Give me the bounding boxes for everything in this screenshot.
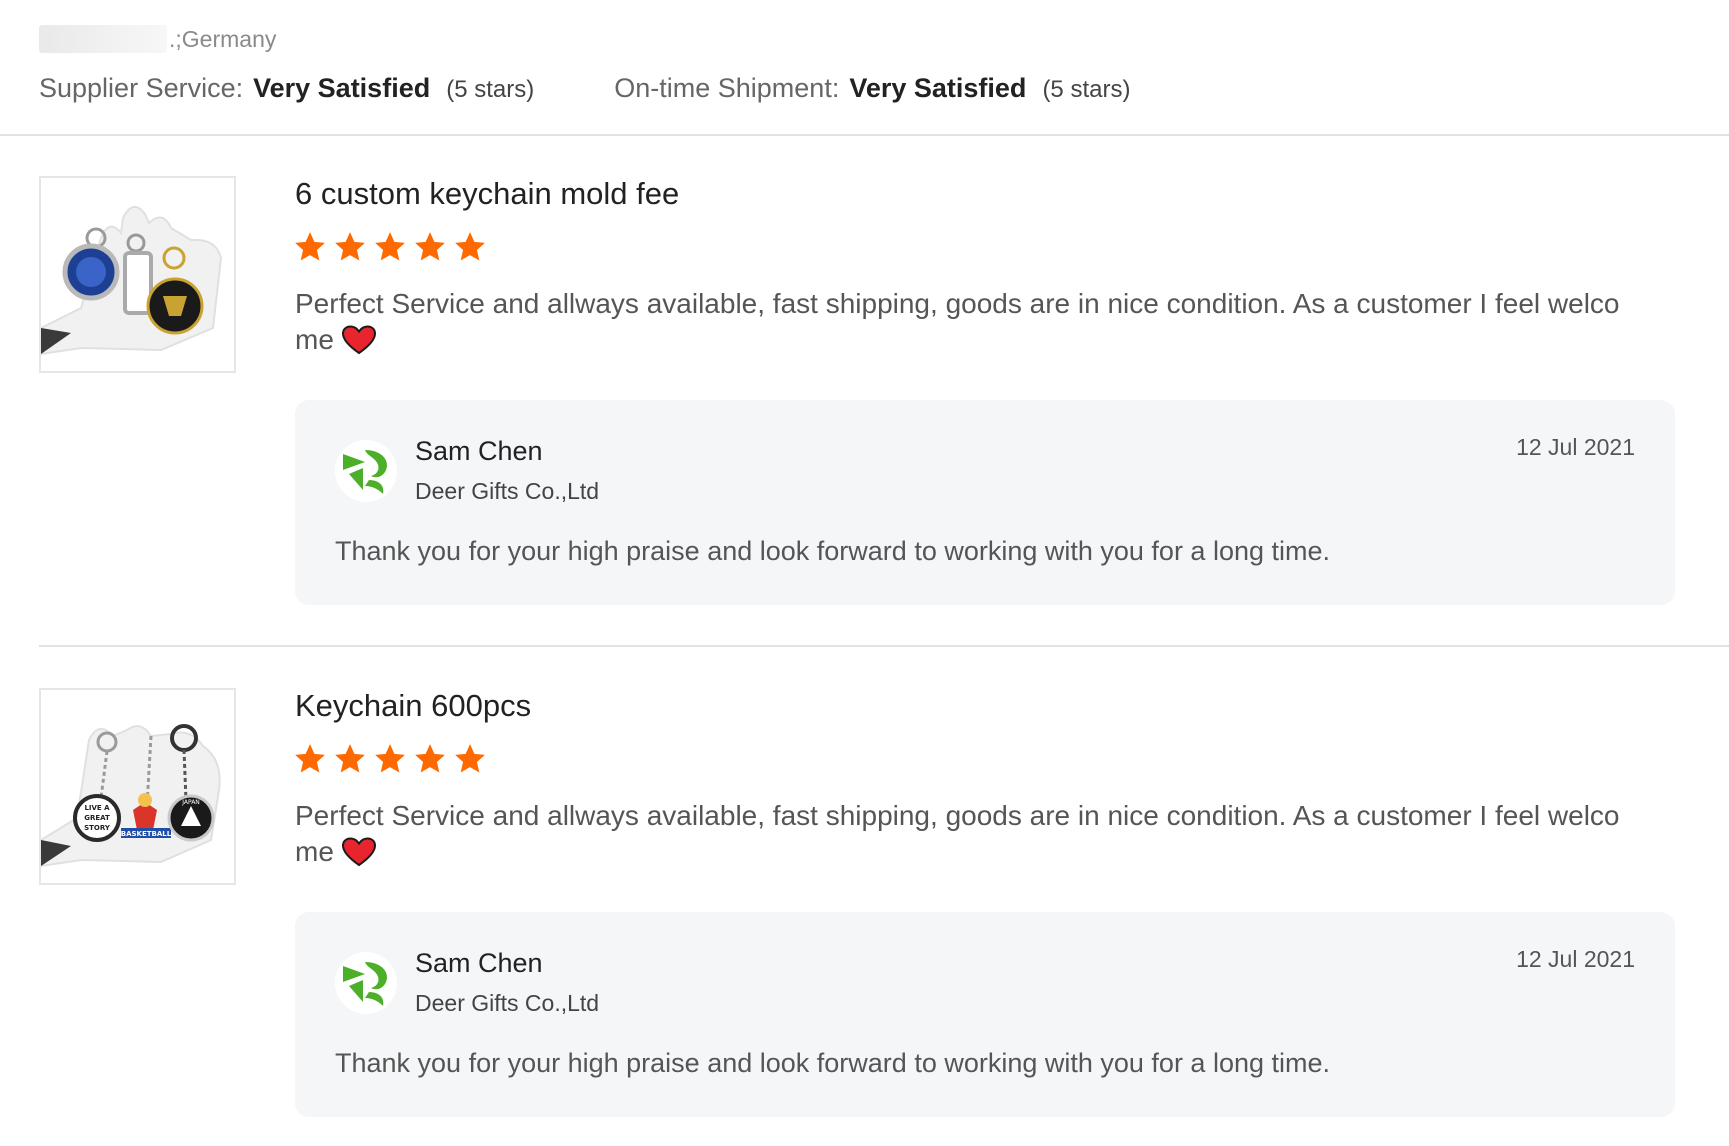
supplier-reply: Sam Chen Deer Gifts Co.,Ltd 12 Jul 2021 … bbox=[295, 912, 1675, 1117]
star-icon bbox=[295, 744, 325, 773]
deer-gifts-logo-icon bbox=[343, 962, 387, 1006]
review-comment-text: Perfect Service and allways available, f… bbox=[295, 800, 1620, 867]
reviewer-country: .;Germany bbox=[169, 25, 277, 52]
star-icon bbox=[415, 232, 445, 261]
shipment-value: Very Satisfied bbox=[849, 72, 1027, 103]
supplier-contact-name: Sam Chen bbox=[415, 948, 543, 978]
shipment-rating: On-time Shipment: Very Satisfied (5 star… bbox=[614, 73, 1130, 104]
supplier-reply: Sam Chen Deer Gifts Co.,Ltd 12 Jul 2021 … bbox=[295, 400, 1675, 605]
star-icon bbox=[335, 744, 365, 773]
star-icon bbox=[335, 232, 365, 261]
badge-text-line-1: LIVE A bbox=[84, 804, 110, 812]
reply-text: Thank you for your high praise and look … bbox=[335, 1048, 1331, 1078]
keychain-product-photo-icon: LIVE A GREAT STORY BASKETBALL JAPAN bbox=[41, 690, 234, 883]
star-icon bbox=[375, 232, 405, 261]
deer-gifts-logo-icon bbox=[343, 450, 387, 494]
product-title[interactable]: 6 custom keychain mold fee bbox=[295, 176, 679, 212]
supplier-service-label: Supplier Service: bbox=[39, 72, 244, 103]
product-thumbnail[interactable]: LIVE A GREAT STORY BASKETBALL JAPAN bbox=[39, 688, 236, 885]
reply-date: 12 Jul 2021 bbox=[1516, 946, 1635, 972]
star-rating bbox=[293, 742, 487, 776]
supplier-contact-name: Sam Chen bbox=[415, 436, 543, 466]
supplier-service-value: Very Satisfied bbox=[253, 72, 431, 103]
shipment-stars: (5 stars) bbox=[1042, 75, 1131, 103]
badge-text-line-2: GREAT bbox=[84, 814, 110, 822]
review-comment: Perfect Service and allways available, f… bbox=[295, 798, 1630, 870]
review-comment-text: Perfect Service and allways available, f… bbox=[295, 288, 1620, 355]
star-icon bbox=[375, 744, 405, 773]
star-rating bbox=[293, 230, 487, 264]
supplier-service-rating: Supplier Service: Very Satisfied (5 star… bbox=[39, 73, 534, 104]
reply-text: Thank you for your high praise and look … bbox=[335, 536, 1331, 566]
review-divider bbox=[39, 645, 1729, 647]
shipment-label: On-time Shipment: bbox=[614, 72, 840, 103]
badge-basketball-text: BASKETBALL bbox=[121, 830, 172, 838]
supplier-avatar bbox=[335, 440, 397, 502]
star-icon bbox=[415, 744, 445, 773]
product-title[interactable]: Keychain 600pcs bbox=[295, 688, 531, 724]
heart-icon bbox=[341, 837, 376, 867]
badge-japan-text: JAPAN bbox=[181, 799, 200, 806]
header-divider bbox=[0, 134, 1729, 136]
review-comment: Perfect Service and allways available, f… bbox=[295, 286, 1630, 358]
supplier-company-name: Deer Gifts Co.,Ltd bbox=[415, 478, 600, 504]
star-icon bbox=[455, 744, 485, 773]
supplier-company-name: Deer Gifts Co.,Ltd bbox=[415, 990, 600, 1016]
keychain-product-photo-icon bbox=[41, 178, 234, 371]
star-icon bbox=[455, 232, 485, 261]
badge-text-line-3: STORY bbox=[84, 824, 111, 832]
heart-icon bbox=[341, 325, 376, 355]
overall-ratings: Supplier Service: Very Satisfied (5 star… bbox=[39, 68, 1130, 108]
supplier-service-stars: (5 stars) bbox=[446, 75, 535, 103]
reviewer-location: .;Germany bbox=[39, 22, 276, 56]
star-icon bbox=[295, 232, 325, 261]
reply-date: 12 Jul 2021 bbox=[1516, 434, 1635, 460]
product-thumbnail[interactable] bbox=[39, 176, 236, 373]
supplier-avatar bbox=[335, 952, 397, 1014]
masked-reviewer-name bbox=[39, 25, 167, 53]
